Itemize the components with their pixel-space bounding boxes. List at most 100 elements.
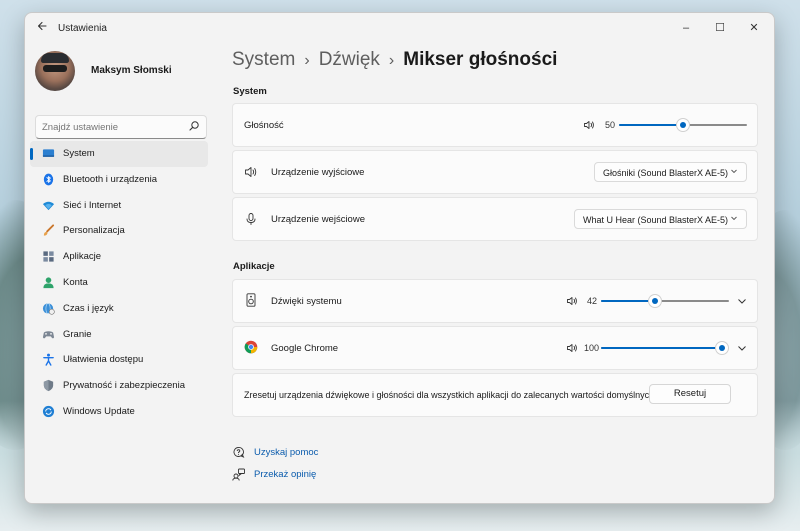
sidebar-item-label: Sieć i Internet [63, 199, 122, 211]
sidebar: Maksym Słomski System Bluetooth i urządz… [25, 43, 215, 503]
chrome-icon [244, 340, 258, 354]
reset-button[interactable]: Resetuj [649, 384, 731, 404]
settings-window: Ustawienia – ☐ ✕ Maksym Słomski System [24, 12, 775, 504]
help-icon [233, 447, 245, 458]
feedback-icon [232, 468, 245, 481]
search-box[interactable] [35, 115, 207, 139]
app-label: Google Chrome [271, 343, 339, 354]
sidebar-item-apps[interactable]: Aplikacje [30, 244, 208, 270]
input-device-value: What U Hear (Sound BlasterX AE-5) [583, 215, 729, 225]
wifi-icon [42, 201, 55, 210]
chevron-down-icon [730, 167, 738, 177]
display-icon [42, 149, 55, 157]
chevron-down-icon[interactable] [736, 295, 748, 307]
output-device-label: Urządzenie wyjściowe [271, 167, 365, 178]
gamepad-icon [42, 330, 55, 338]
brush-icon [43, 224, 55, 236]
breadcrumb-separator: › [388, 52, 395, 69]
update-icon [42, 405, 55, 418]
accessibility-icon [43, 354, 54, 367]
slider-thumb[interactable] [715, 341, 729, 355]
sidebar-item-gaming[interactable]: Granie [30, 322, 208, 348]
sidebar-item-personalization[interactable]: Personalizacja [30, 218, 208, 244]
reset-description: Zresetuj urządzenia dźwiękowe i głośnośc… [244, 390, 655, 400]
speaker-device-icon [246, 293, 256, 307]
input-device-card: Urządzenie wejściowe What U Hear (Sound … [232, 197, 758, 241]
sidebar-item-label: Konta [63, 276, 88, 288]
microphone-icon [246, 213, 256, 225]
slider-thumb[interactable] [676, 118, 690, 132]
back-arrow-icon [37, 21, 47, 31]
sidebar-item-label: Prywatność i zabezpieczenia [63, 380, 185, 392]
person-icon [43, 277, 54, 289]
minimize-button[interactable]: – [675, 18, 697, 38]
bluetooth-icon [43, 173, 54, 186]
app-row-google-chrome: Google Chrome 100 [232, 326, 758, 370]
volume-value: 50 [605, 120, 616, 130]
avatar-cap [41, 53, 69, 63]
output-device-card: Urządzenie wyjściowe Głośniki (Sound Bla… [232, 150, 758, 194]
main-content: System › Dźwięk › Mikser głośności System Gł… [232, 43, 764, 503]
speaker-icon [245, 167, 257, 177]
chevron-down-icon[interactable] [736, 342, 748, 354]
sidebar-item-accounts[interactable]: Konta [30, 270, 208, 296]
input-device-label: Urządzenie wejściowe [271, 214, 365, 225]
volume-label: Głośność [244, 120, 284, 131]
sidebar-item-label: Personalizacja [63, 225, 125, 237]
sidebar-item-label: Bluetooth i urządzenia [63, 173, 158, 185]
input-device-dropdown[interactable]: What U Hear (Sound BlasterX AE-5) [574, 209, 747, 229]
app-row-system-sounds: Dźwięki systemu 42 [232, 279, 758, 323]
reset-card: Zresetuj urządzenia dźwiękowe i głośnośc… [232, 373, 758, 417]
maximize-button[interactable]: ☐ [709, 18, 731, 38]
sidebar-item-privacy[interactable]: Prywatność i zabezpieczenia [30, 373, 208, 399]
sidebar-item-label: Windows Update [63, 405, 135, 417]
avatar [35, 51, 75, 91]
avatar-glasses [43, 65, 67, 72]
system-volume-slider[interactable] [619, 118, 747, 132]
sidebar-item-system[interactable]: System [30, 141, 208, 167]
search-icon[interactable] [188, 120, 200, 132]
app-volume-slider-google-chrome[interactable] [601, 341, 729, 355]
close-button[interactable]: ✕ [743, 18, 765, 38]
breadcrumb-system[interactable]: System [232, 49, 295, 70]
back-button[interactable] [33, 19, 51, 37]
get-help-text[interactable]: Uzyskaj pomoc [254, 447, 318, 458]
shield-icon [43, 380, 54, 392]
output-device-dropdown[interactable]: Głośniki (Sound BlasterX AE-5) [594, 162, 747, 182]
chevron-down-icon [730, 214, 738, 224]
sidebar-item-label: System [63, 148, 95, 159]
sidebar-item-accessibility[interactable]: Ułatwienia dostępu [30, 347, 208, 373]
slider-fill [601, 300, 655, 302]
app-title: Ustawienia [58, 23, 107, 34]
feedback-text[interactable]: Przekaż opinię [254, 469, 316, 480]
globe-clock-icon [42, 302, 55, 315]
sidebar-item-network[interactable]: Sieć i Internet [30, 193, 208, 219]
page-title: Mikser głośności [403, 49, 558, 70]
app-volume-slider-system-sounds[interactable] [601, 294, 729, 308]
sidebar-item-time-language[interactable]: Czas i język [30, 296, 208, 322]
app-volume-value: 42 [587, 296, 598, 306]
slider-thumb[interactable] [647, 294, 662, 308]
slider-fill [601, 347, 722, 349]
search-input[interactable] [42, 116, 182, 138]
user-name: Maksym Słomski [91, 65, 172, 76]
app-volume-value: 100 [584, 343, 600, 353]
speaker-volume-icon[interactable] [566, 342, 578, 354]
sidebar-item-label: Czas i język [63, 302, 114, 314]
system-volume-card: Głośność 50 [232, 103, 758, 147]
section-title-system: System [233, 86, 267, 97]
breadcrumb: System › Dźwięk › Mikser głośności [232, 49, 557, 71]
sidebar-item-bluetooth[interactable]: Bluetooth i urządzenia [30, 167, 208, 193]
sidebar-item-windows-update[interactable]: Windows Update [30, 399, 208, 425]
slider-fill [619, 124, 683, 126]
speaker-volume-icon[interactable] [583, 119, 595, 131]
sidebar-item-label: Granie [63, 328, 92, 340]
apps-icon [43, 251, 54, 262]
breadcrumb-sound[interactable]: Dźwięk [319, 49, 380, 70]
sidebar-item-label: Ułatwienia dostępu [63, 354, 144, 366]
breadcrumb-separator: › [304, 52, 310, 69]
active-indicator [30, 148, 33, 160]
user-profile[interactable]: Maksym Słomski [35, 51, 215, 93]
sidebar-nav: System Bluetooth i urządzenia Sieć i Int… [30, 141, 208, 425]
speaker-volume-icon[interactable] [566, 295, 578, 307]
